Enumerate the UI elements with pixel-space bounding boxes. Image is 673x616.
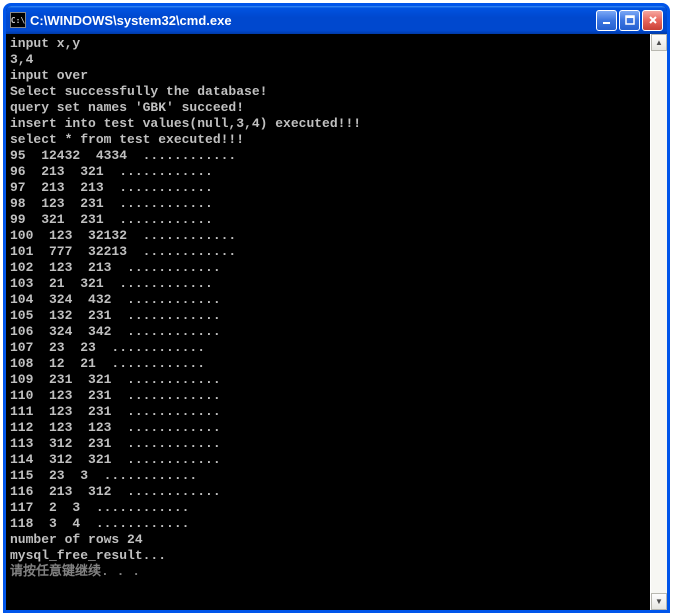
chevron-up-icon: ▲ (655, 38, 663, 47)
maximize-button[interactable] (619, 10, 640, 31)
console-line: insert into test values(null,3,4) execut… (10, 116, 648, 132)
console-line: input x,y (10, 36, 648, 52)
console-line: input over (10, 68, 648, 84)
app-icon: C:\ (10, 12, 26, 28)
console-line: 99 321 231 ............ (10, 212, 648, 228)
console-line: 98 123 231 ............ (10, 196, 648, 212)
chevron-down-icon: ▼ (655, 597, 663, 606)
console-line: 104 324 432 ............ (10, 292, 648, 308)
press-any-key-prompt: 请按任意键继续. . . (10, 564, 648, 580)
window-controls (596, 10, 663, 31)
maximize-icon (625, 15, 635, 25)
console-line: 102 123 213 ............ (10, 260, 648, 276)
console-line: mysql_free_result... (10, 548, 648, 564)
console-line: 109 231 321 ............ (10, 372, 648, 388)
console-line: 3,4 (10, 52, 648, 68)
console-line: 113 312 231 ............ (10, 436, 648, 452)
console-line: query set names 'GBK' succeed! (10, 100, 648, 116)
console-line: 117 2 3 ............ (10, 500, 648, 516)
console-line: 103 21 321 ............ (10, 276, 648, 292)
console-line: 106 324 342 ............ (10, 324, 648, 340)
app-icon-text: C:\ (11, 16, 25, 25)
minimize-button[interactable] (596, 10, 617, 31)
console-line: 100 123 32132 ............ (10, 228, 648, 244)
client-area: input x,y3,4input overSelect successfull… (6, 34, 667, 610)
console-line: Select successfully the database! (10, 84, 648, 100)
console-line: 101 777 32213 ............ (10, 244, 648, 260)
console-line: number of rows 24 (10, 532, 648, 548)
scroll-up-button[interactable]: ▲ (651, 34, 667, 51)
close-icon (648, 15, 658, 25)
minimize-icon (602, 15, 612, 25)
console-output: input x,y3,4input overSelect successfull… (6, 34, 650, 610)
titlebar[interactable]: C:\ C:\WINDOWS\system32\cmd.exe (6, 6, 667, 34)
console-line: 107 23 23 ............ (10, 340, 648, 356)
console-line: 114 312 321 ............ (10, 452, 648, 468)
vertical-scrollbar[interactable]: ▲ ▼ (650, 34, 667, 610)
console-line: 96 213 321 ............ (10, 164, 648, 180)
close-button[interactable] (642, 10, 663, 31)
console-line: 115 23 3 ............ (10, 468, 648, 484)
scroll-track[interactable] (651, 51, 667, 593)
scroll-down-button[interactable]: ▼ (651, 593, 667, 610)
console-line: 105 132 231 ............ (10, 308, 648, 324)
window-title: C:\WINDOWS\system32\cmd.exe (30, 13, 596, 28)
console-line: select * from test executed!!! (10, 132, 648, 148)
console-line: 116 213 312 ............ (10, 484, 648, 500)
console-line: 110 123 231 ............ (10, 388, 648, 404)
console-line: 112 123 123 ............ (10, 420, 648, 436)
console-line: 97 213 213 ............ (10, 180, 648, 196)
console-line: 108 12 21 ............ (10, 356, 648, 372)
cmd-window: C:\ C:\WINDOWS\system32\cmd.exe input x,… (3, 3, 670, 613)
console-line: 118 3 4 ............ (10, 516, 648, 532)
console-line: 95 12432 4334 ............ (10, 148, 648, 164)
console-line: 111 123 231 ............ (10, 404, 648, 420)
